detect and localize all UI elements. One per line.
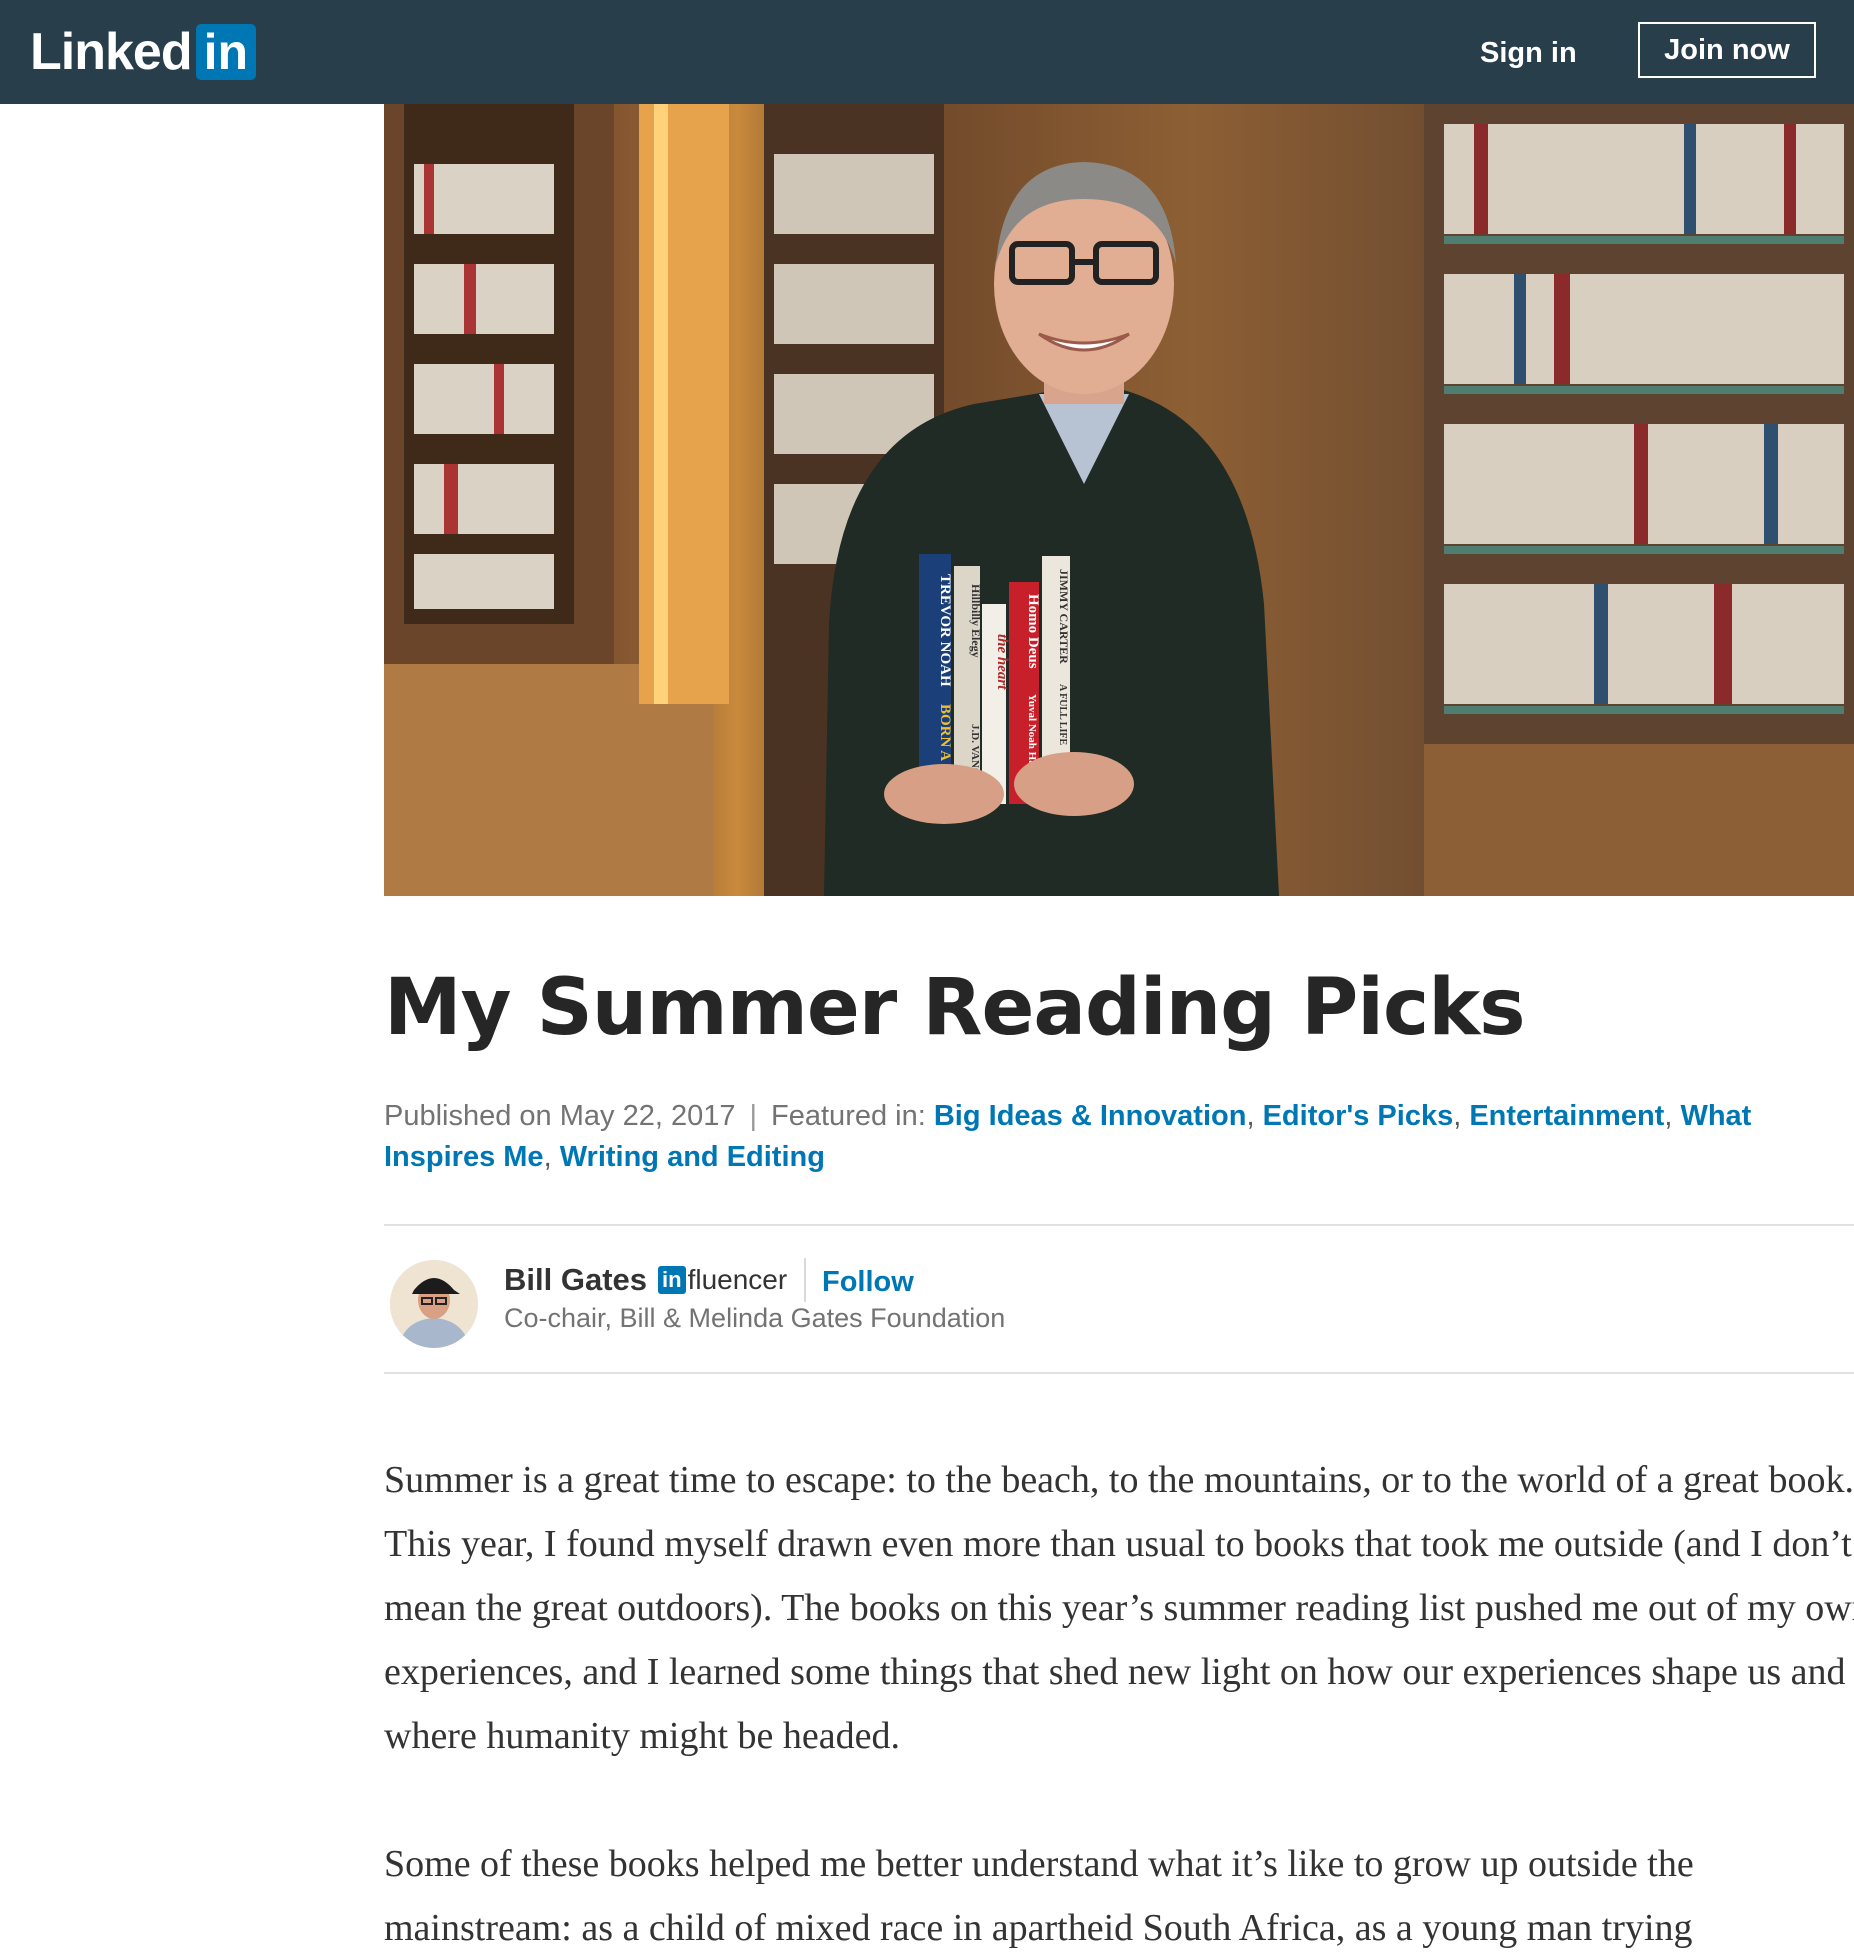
avatar-portrait: [390, 1260, 478, 1348]
hero-photo-illustration: TREVOR NOAH BORN A CRIME Hillbilly Elegy…: [384, 104, 1854, 896]
published-date: Published on May 22, 2017: [384, 1100, 736, 1132]
meta-separator: |: [749, 1100, 758, 1132]
spine-jimmy-carter: JIMMY CARTER: [1057, 569, 1071, 664]
influencer-in-icon: in: [658, 1266, 686, 1294]
divider-bottom: [384, 1372, 1854, 1374]
spine-a-full-life: A FULL LIFE: [1057, 684, 1068, 745]
sign-in-link[interactable]: Sign in: [1480, 28, 1577, 78]
spine-trevor-noah: TREVOR NOAH: [937, 574, 953, 687]
author-divider: [804, 1258, 806, 1302]
author-name[interactable]: Bill Gates: [504, 1258, 647, 1302]
tag-comma: ,: [543, 1141, 552, 1173]
author-card: Bill Gates in fluencer Follow Co-chair, …: [384, 1258, 1854, 1358]
hero-image: TREVOR NOAH BORN A CRIME Hillbilly Elegy…: [384, 104, 1854, 896]
article-title: My Summer Reading Picks: [384, 963, 1526, 1053]
logo-wordmark: Linked: [30, 23, 193, 81]
spine-hillbilly-elegy: Hillbilly Elegy: [969, 584, 983, 658]
featured-tag-editors-picks[interactable]: Editor's Picks: [1263, 1100, 1454, 1132]
avatar[interactable]: [390, 1260, 478, 1348]
author-role: Co-chair, Bill & Melinda Gates Foundatio…: [504, 1303, 1006, 1333]
top-nav-bar: Linked in Sign in Join now: [0, 0, 1854, 104]
article-meta: Published on May 22, 2017 | Featured in: B…: [384, 1096, 1854, 1178]
featured-label: Featured in:: [771, 1100, 926, 1132]
featured-tag-writing-and-editing[interactable]: Writing and Editing: [560, 1141, 825, 1173]
tag-comma: ,: [1453, 1100, 1462, 1132]
logo-in-box: in: [195, 24, 257, 80]
featured-tag-big-ideas[interactable]: Big Ideas & Innovation: [934, 1100, 1247, 1132]
tag-comma: ,: [1664, 1100, 1673, 1132]
join-now-button[interactable]: Join now: [1638, 22, 1816, 78]
influencer-badge: in fluencer: [658, 1262, 787, 1298]
tag-comma: ,: [1246, 1100, 1255, 1132]
spine-homo-deus: Homo Deus: [1025, 594, 1041, 669]
article-paragraph-1: Summer is a great time to escape: to the…: [384, 1459, 1854, 1757]
divider-top: [384, 1224, 1854, 1226]
article-paragraph-2: Some of these books helped me better und…: [384, 1843, 1694, 1949]
featured-tag-entertainment[interactable]: Entertainment: [1469, 1100, 1664, 1132]
influencer-word: fluencer: [687, 1264, 788, 1295]
linkedin-logo[interactable]: Linked in: [30, 22, 257, 82]
spine-the-heart: the heart: [994, 634, 1010, 690]
